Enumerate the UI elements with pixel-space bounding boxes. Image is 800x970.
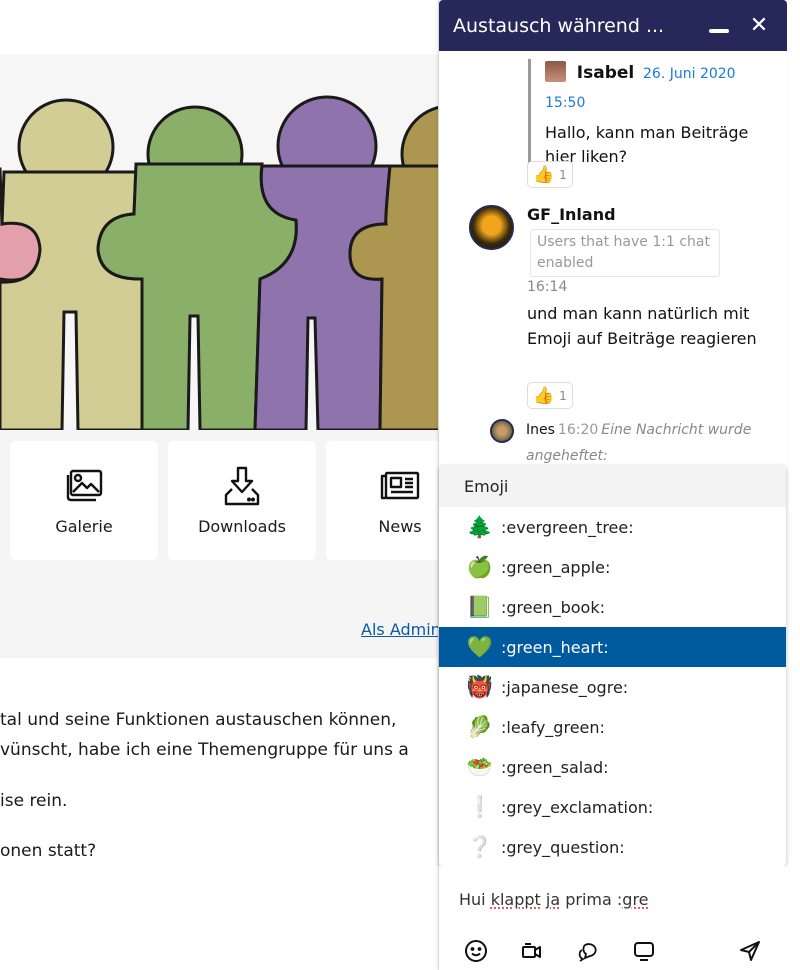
send-icon — [740, 941, 760, 961]
emoji-suggestion-green-salad[interactable]: 🥗 :green_salad: — [439, 747, 786, 787]
message-sender[interactable]: GF_Inland — [527, 205, 616, 224]
newspaper-icon — [380, 471, 420, 500]
grey-exclamation-icon: ❕ — [466, 794, 494, 819]
tile-galerie[interactable]: Galerie — [10, 441, 158, 560]
reaction-thumbs-up[interactable]: 👍 1 — [527, 161, 573, 188]
video-call-button[interactable] — [519, 938, 545, 964]
green-apple-icon: 🍏 — [466, 554, 494, 579]
tile-label: Galerie — [55, 517, 113, 536]
video-camera-icon — [522, 943, 541, 958]
evergreen-tree-icon: 🌲 — [466, 514, 494, 539]
tile-downloads[interactable]: Downloads — [168, 441, 316, 560]
close-icon: ✕ — [749, 13, 769, 38]
quote-author: Isabel — [576, 63, 635, 83]
emoji-suggestion-green-book[interactable]: 📗 :green_book: — [439, 587, 786, 627]
reaction-thumbs-up[interactable]: 👍 1 — [527, 382, 573, 409]
emoji-code: :green_salad: — [501, 757, 609, 777]
emoji-suggestion-list: 🌲 :evergreen_tree: 🍏 :green_apple: 📗 :green_b… — [439, 507, 786, 866]
composer-toolbar — [463, 938, 763, 964]
reaction-count: 1 — [559, 167, 567, 182]
tile-label: News — [378, 517, 422, 536]
green-heart-icon: 💚 — [466, 634, 494, 659]
close-button[interactable]: ✕ — [745, 12, 773, 40]
user-status-badge: Users that have 1:1 chat enabled — [530, 229, 720, 277]
chat-title: Austausch während ... — [453, 14, 665, 37]
emoji-autocomplete-header: Emoji — [439, 466, 786, 507]
avatar-isabel — [545, 61, 566, 82]
minimize-icon — [709, 28, 729, 33]
description-line: ise rein. — [0, 791, 68, 811]
description-line: vünscht, habe ich eine Themengruppe für … — [0, 740, 409, 760]
emoji-autocomplete: Emoji 🌲 :evergreen_tree: 🍏 :green_apple: 📗 :g… — [439, 466, 786, 866]
download-icon — [224, 466, 260, 506]
minimize-button[interactable] — [705, 12, 733, 40]
group-feature-tiles: Galerie Downloads News — [10, 441, 474, 560]
leafy-green-icon: 🥬 — [466, 714, 494, 739]
admin-view-link[interactable]: Als Admin — [361, 620, 441, 639]
tile-label: Downloads — [198, 517, 286, 536]
message-input[interactable]: Hui klappt ja prima :gre — [459, 890, 649, 909]
emoji-code: :grey_question: — [501, 837, 625, 857]
emoji-code: :leafy_green: — [501, 717, 605, 737]
system-time: 16:20 — [557, 422, 599, 438]
misspelled-word: gre — [622, 890, 649, 909]
avatar-ines[interactable] — [490, 419, 514, 443]
grey-question-icon: ❔ — [466, 834, 494, 859]
thumbs-up-icon: 👍 — [533, 385, 555, 406]
japanese-ogre-icon: 👹 — [466, 674, 494, 699]
emoji-suggestion-japanese-ogre[interactable]: 👹 :japanese_ogre: — [439, 667, 786, 707]
chat-window: Austausch während ... ✕ Isabel 26. Juni … — [438, 0, 787, 970]
description-line: onen statt? — [0, 841, 97, 861]
message-composer: Hui klappt ja prima :gre — [439, 866, 787, 970]
emoji-suggestion-evergreen-tree[interactable]: 🌲 :evergreen_tree: — [439, 507, 786, 547]
avatar-gf-inland[interactable] — [469, 205, 514, 250]
green-salad-icon: 🥗 — [466, 754, 494, 779]
emoji-suggestion-leafy-green[interactable]: 🥬 :leafy_green: — [439, 707, 786, 747]
gallery-icon — [66, 469, 103, 502]
emoji-code: :green_apple: — [501, 557, 611, 577]
misspelled-word: ja — [545, 890, 561, 909]
quote-text: Hallo, kann man Beiträge hier liken? — [545, 123, 749, 166]
monitor-icon — [634, 942, 654, 961]
message-time: 16:14 — [527, 279, 568, 295]
thumbs-up-icon: 👍 — [533, 164, 555, 185]
message-list[interactable]: Isabel 26. Juni 2020 15:50 Hallo, kann m… — [439, 51, 787, 466]
chat-header: Austausch während ... ✕ — [439, 0, 787, 51]
emoji-code: :evergreen_tree: — [501, 517, 634, 537]
emoji-code: :green_heart: — [501, 637, 609, 657]
smiley-icon — [465, 940, 487, 962]
emoji-suggestion-grey-question[interactable]: ❔ :grey_question: — [439, 827, 786, 866]
green-book-icon: 📗 — [466, 594, 494, 619]
system-message: Ines 16:20 Eine Nachricht wurde angeheftet… — [526, 417, 766, 466]
emoji-button[interactable] — [463, 938, 489, 964]
right-gutter — [786, 0, 800, 970]
message-text: und man kann natürlich mit Emoji auf Bei… — [527, 304, 757, 348]
emoji-code: :japanese_ogre: — [501, 677, 629, 697]
emoji-suggestion-green-heart[interactable]: 💚 :green_heart: — [439, 627, 786, 667]
system-author: Ines — [526, 422, 555, 438]
quoted-message: Isabel 26. Juni 2020 15:50 Hallo, kann m… — [528, 59, 768, 169]
emoji-code: :grey_exclamation: — [501, 797, 654, 817]
reaction-count: 1 — [559, 388, 567, 403]
screen-share-button[interactable] — [631, 938, 657, 964]
emoji-code: :green_book: — [501, 597, 605, 617]
quote-date[interactable]: 26. Juni 2020 15:50 — [545, 66, 736, 111]
misspelled-word: klappt — [490, 890, 541, 909]
chat-bubbles-icon — [578, 943, 597, 962]
send-button[interactable] — [737, 938, 763, 964]
description-line: tal und seine Funktionen austauschen kön… — [0, 710, 397, 730]
emoji-suggestion-grey-exclamation[interactable]: ❕ :grey_exclamation: — [439, 787, 786, 827]
thread-button[interactable] — [575, 938, 601, 964]
emoji-suggestion-green-apple[interactable]: 🍏 :green_apple: — [439, 547, 786, 587]
